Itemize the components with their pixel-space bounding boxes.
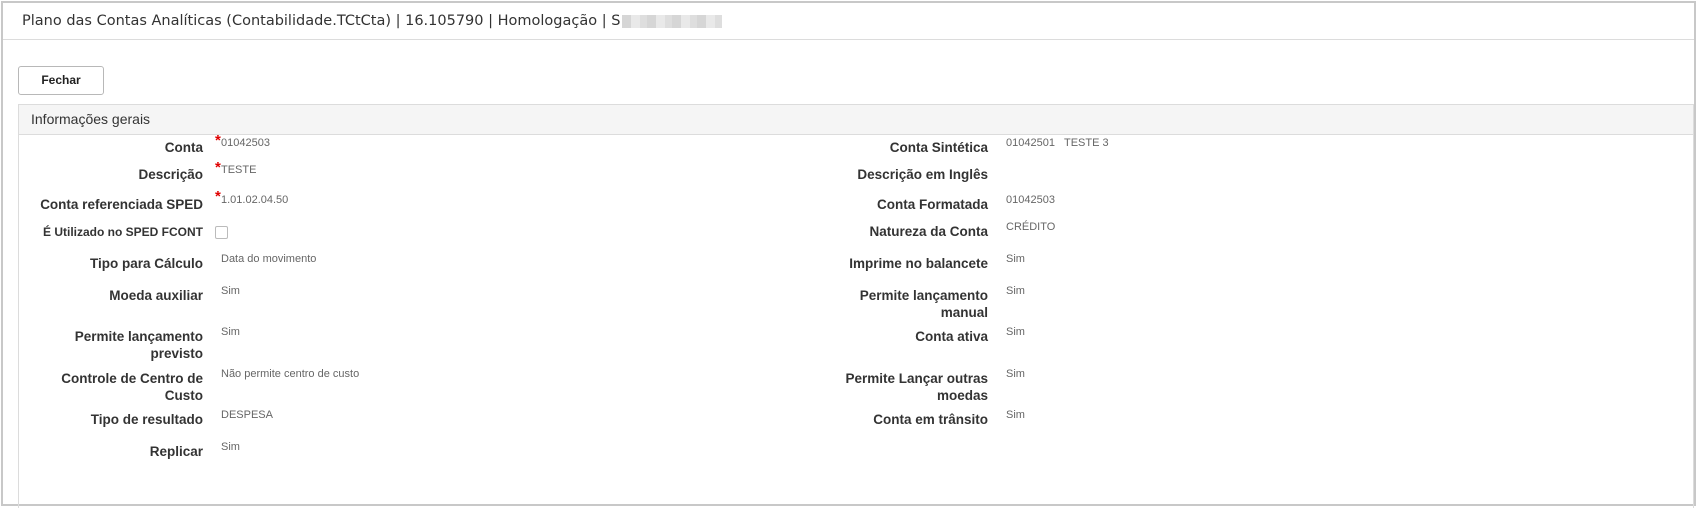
value-replicar: Sim [221, 441, 240, 453]
label-descricao-ingles: Descrição em Inglês [857, 167, 988, 182]
label-lancamento-previsto: Permite lançamento previsto [74, 329, 203, 361]
redacted-text [622, 14, 723, 28]
label-outras-moedas: Permite Lançar outras moedas [845, 371, 988, 403]
required-marker: * [215, 159, 221, 176]
panel-title: Informações gerais [19, 105, 1693, 135]
required-marker: * [215, 132, 221, 149]
label-conta-ativa: Conta ativa [915, 329, 988, 344]
window-title: Plano das Contas Analíticas (Contabilida… [22, 13, 621, 29]
value-tipo-resultado: DESPESA [221, 409, 273, 421]
value-conta-sintetica-code: 01042501 [1006, 137, 1055, 149]
label-replicar: Replicar [149, 444, 203, 459]
value-conta-sintetica-name: TESTE 3 [1064, 137, 1109, 149]
value-lancamento-previsto: Sim [221, 326, 240, 338]
label-tipo-calculo: Tipo para Cálculo [89, 256, 203, 271]
label-conta-formatada: Conta Formatada [876, 197, 988, 212]
window-title-bar: Plano das Contas Analíticas (Contabilida… [3, 3, 1694, 40]
sped-fcont-checkbox[interactable] [215, 226, 228, 239]
label-centro-custo: Controle de Centro de Custo [61, 371, 203, 403]
label-sped-fcont: É Utilizado no SPED FCONT [42, 225, 203, 239]
value-lancamento-manual: Sim [1006, 285, 1025, 297]
label-moeda-auxiliar: Moeda auxiliar [109, 288, 203, 303]
general-info-panel: Informações gerais Conta * 01042503 Desc… [18, 104, 1694, 508]
required-marker: * [215, 188, 221, 205]
label-tipo-resultado: Tipo de resultado [90, 412, 203, 427]
label-conta-sintetica: Conta Sintética [889, 140, 988, 155]
value-imprime-balancete: Sim [1006, 253, 1025, 265]
label-conta-transito: Conta em trânsito [873, 412, 988, 427]
value-tipo-calculo: Data do movimento [221, 253, 317, 265]
label-imprime-balancete: Imprime no balancete [849, 256, 988, 271]
value-natureza-conta: CRÉDITO [1006, 221, 1056, 233]
value-moeda-auxiliar: Sim [221, 285, 240, 297]
value-descricao: TESTE [221, 164, 257, 176]
value-centro-custo: Não permite centro de custo [221, 368, 360, 380]
value-conta-referenciada-sped: 1.01.02.04.50 [221, 194, 289, 206]
label-descricao: Descrição [138, 167, 203, 182]
close-button[interactable]: Fechar [18, 66, 104, 95]
label-lancamento-manual: Permite lançamento manual [859, 288, 988, 320]
value-conta-formatada: 01042503 [1006, 194, 1055, 206]
value-conta-ativa: Sim [1006, 326, 1025, 338]
label-natureza-conta: Natureza da Conta [869, 224, 988, 239]
window-frame: Plano das Contas Analíticas (Contabilida… [1, 1, 1696, 508]
value-conta: 01042503 [221, 137, 270, 149]
label-conta: Conta [164, 140, 203, 155]
value-conta-transito: Sim [1006, 409, 1025, 421]
label-conta-referenciada-sped: Conta referenciada SPED [40, 197, 203, 212]
value-outras-moedas: Sim [1006, 368, 1025, 380]
